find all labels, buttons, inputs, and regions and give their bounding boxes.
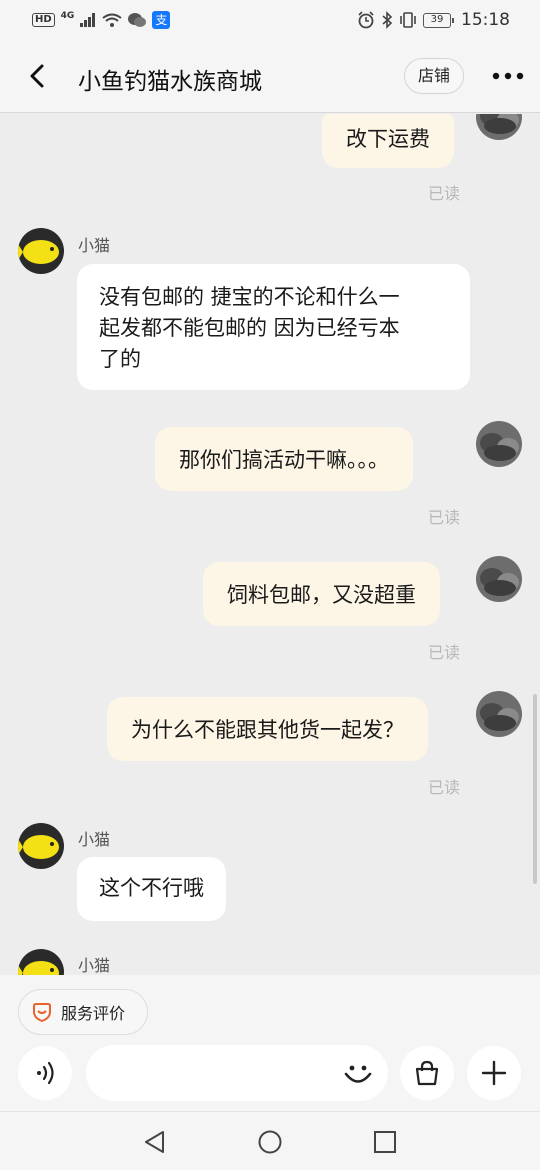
- clock: 15:18: [461, 10, 510, 30]
- voice-icon: [37, 1061, 54, 1085]
- composer-panel: 服务评价: [0, 975, 540, 1111]
- message-text: 改下运费: [346, 127, 430, 151]
- message-text: 饲料包邮，又没超重: [227, 583, 416, 607]
- signal-icon: [80, 13, 96, 27]
- message-bubble-outgoing[interactable]: 那你们搞活动干嘛。。。: [155, 427, 413, 491]
- scrollbar[interactable]: [533, 694, 537, 884]
- message-list[interactable]: 改下运费 已读 小猫 没有包邮的 捷宝的不论和什么一 起发都不能包邮的 因为已经…: [0, 114, 540, 975]
- service-rating-icon: [33, 1003, 51, 1023]
- message-text: 那你们搞活动干嘛。。。: [179, 448, 389, 472]
- shopping-bag-button[interactable]: [400, 1046, 454, 1100]
- read-status: 已读: [428, 508, 461, 527]
- service-rating-button[interactable]: 服务评价: [18, 989, 148, 1035]
- shopping-bag-icon: [415, 1060, 439, 1086]
- hd-indicator: HD: [32, 13, 55, 27]
- read-status: 已读: [428, 184, 461, 203]
- shop-avatar[interactable]: [18, 823, 64, 869]
- read-status: 已读: [428, 643, 461, 662]
- message-line: 了的: [99, 347, 141, 371]
- alarm-icon: [358, 11, 374, 29]
- alipay-icon: 支: [152, 11, 171, 29]
- message-bubble-outgoing[interactable]: 改下运费: [322, 114, 454, 168]
- plus-button[interactable]: [467, 1046, 521, 1100]
- my-avatar[interactable]: [476, 691, 522, 737]
- emoji-icon[interactable]: [342, 1057, 374, 1089]
- message-text: 为什么不能跟其他货一起发？: [131, 718, 404, 742]
- plus-icon: [481, 1060, 507, 1086]
- message-line: 起发都不能包邮的 因为已经亏本: [99, 316, 400, 340]
- wechat-icon: [128, 13, 147, 27]
- shop-avatar[interactable]: [18, 949, 64, 975]
- more-dots-icon[interactable]: [490, 64, 526, 88]
- message-bubble-outgoing[interactable]: 为什么不能跟其他货一起发？: [107, 697, 428, 761]
- voice-button[interactable]: [18, 1046, 72, 1100]
- system-navigation-bar: [0, 1111, 540, 1170]
- my-avatar[interactable]: [476, 421, 522, 467]
- status-bar: HD 4G 支 39 15:18: [0, 0, 540, 40]
- sender-name: 小猫: [78, 236, 111, 255]
- network-type: 4G: [60, 11, 75, 21]
- shop-button[interactable]: 店铺: [404, 58, 464, 94]
- message-bubble-incoming[interactable]: 没有包邮的 捷宝的不论和什么一 起发都不能包邮的 因为已经亏本 了的: [77, 264, 470, 390]
- my-avatar[interactable]: [476, 114, 522, 140]
- status-right: 39 15:18: [357, 10, 510, 30]
- chat-header: 小鱼钓猫水族商城 店铺: [0, 40, 540, 113]
- message-line: 没有包邮的 捷宝的不论和什么一: [99, 285, 400, 309]
- message-bubble-incoming[interactable]: 这个不行哦: [77, 857, 226, 921]
- message-input[interactable]: [86, 1045, 388, 1101]
- back-triangle-icon[interactable]: [141, 1128, 169, 1156]
- page-title: 小鱼钓猫水族商城: [78, 69, 262, 95]
- status-left: HD 4G 支: [32, 11, 171, 29]
- vibrate-icon: [400, 12, 416, 28]
- wifi-icon: [102, 13, 122, 27]
- bluetooth-icon: [382, 11, 393, 29]
- message-bubble-outgoing[interactable]: 饲料包邮，又没超重: [203, 562, 440, 626]
- sender-name: 小猫: [78, 956, 111, 975]
- read-status: 已读: [428, 778, 461, 797]
- my-avatar[interactable]: [476, 556, 522, 602]
- shop-avatar[interactable]: [18, 228, 64, 274]
- chevron-left-icon[interactable]: [22, 60, 52, 92]
- home-circle-icon[interactable]: [256, 1128, 284, 1156]
- recents-square-icon[interactable]: [371, 1128, 399, 1156]
- sender-name: 小猫: [78, 830, 111, 849]
- battery-icon: 39: [423, 12, 454, 28]
- service-rating-label: 服务评价: [61, 1004, 126, 1023]
- message-line: 这个不行哦: [99, 876, 204, 900]
